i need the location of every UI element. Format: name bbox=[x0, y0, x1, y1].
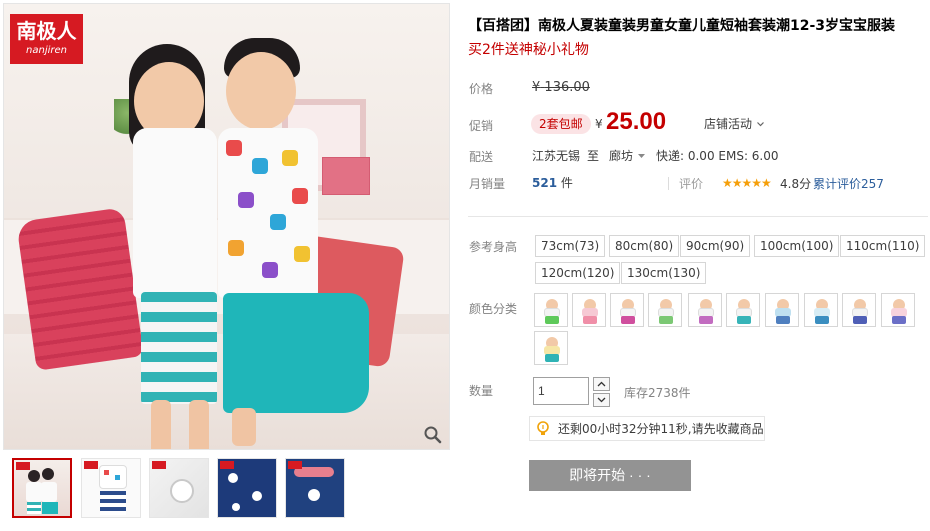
quantity-label: 数量 bbox=[469, 384, 494, 398]
ship-to-city-select[interactable]: 廊坊 bbox=[609, 147, 646, 165]
review-count-link[interactable]: 累计评价257 bbox=[813, 175, 884, 193]
free-shipping-badge: 2套包邮 bbox=[531, 114, 591, 134]
ship-from: 江苏无锡 bbox=[532, 149, 581, 163]
shop-activity-dropdown[interactable]: 店铺活动 bbox=[704, 115, 765, 133]
monthly-sales-label: 月销量 bbox=[469, 177, 506, 191]
color-swatch[interactable] bbox=[534, 331, 568, 365]
promo-label: 促销 bbox=[469, 119, 494, 133]
promo-price: 25.00 bbox=[606, 108, 667, 135]
promo-currency: ¥ bbox=[595, 117, 603, 131]
monthly-sales-count: 521 bbox=[532, 176, 558, 190]
triangle-down-icon bbox=[637, 149, 646, 163]
price-label: 价格 bbox=[469, 82, 494, 96]
color-swatch[interactable] bbox=[648, 293, 682, 327]
brand-logo-en: nanjiren bbox=[26, 45, 67, 56]
stock-count: 库存2738件 bbox=[624, 386, 691, 400]
color-swatch[interactable] bbox=[726, 293, 760, 327]
thumbnail-1[interactable] bbox=[12, 458, 72, 518]
size-label: 参考身高 bbox=[469, 240, 518, 254]
product-title: 【百搭团】南极人夏装童装男童女童儿童短袖套装潮12-3岁宝宝服装 bbox=[468, 18, 896, 34]
brand-logo: 南极人 nanjiren bbox=[10, 14, 83, 64]
chevron-down-icon bbox=[597, 397, 606, 403]
quantity-decrease-button[interactable] bbox=[593, 393, 610, 407]
divider bbox=[668, 177, 669, 190]
color-swatch[interactable] bbox=[572, 293, 606, 327]
color-label: 颜色分类 bbox=[469, 302, 518, 316]
product-subtitle: 买2件送神秘小礼物 bbox=[468, 42, 589, 58]
original-price-currency: ¥ bbox=[532, 80, 541, 95]
quantity-increase-button[interactable] bbox=[593, 377, 610, 391]
ship-to-city: 廊坊 bbox=[609, 149, 634, 163]
rating-score: 4.8分 bbox=[780, 177, 812, 191]
size-option[interactable]: 90cm(90) bbox=[680, 235, 751, 257]
zoom-in-icon[interactable] bbox=[423, 425, 443, 445]
thumbnail-4[interactable] bbox=[217, 458, 277, 518]
thumbnail-5[interactable] bbox=[285, 458, 345, 518]
thumbnail-3[interactable] bbox=[149, 458, 209, 518]
size-option[interactable]: 80cm(80) bbox=[609, 235, 680, 257]
size-option[interactable]: 130cm(130) bbox=[621, 262, 707, 284]
chevron-up-icon bbox=[597, 381, 606, 387]
size-option[interactable]: 73cm(73) bbox=[535, 235, 606, 257]
size-option[interactable]: 120cm(120) bbox=[535, 262, 621, 284]
rating-stars-icon: ★★★★★ bbox=[722, 176, 772, 190]
original-price-value: 136.00 bbox=[544, 80, 590, 95]
color-swatch[interactable] bbox=[881, 293, 915, 327]
lightbulb-icon bbox=[534, 420, 552, 441]
monthly-sales: 521 件 bbox=[532, 174, 573, 192]
brand-logo-cn: 南极人 bbox=[16, 19, 77, 43]
size-option[interactable]: 100cm(100) bbox=[754, 235, 840, 257]
countdown-text: 还剩00小时32分钟11秒,请先收藏商品 bbox=[558, 422, 764, 436]
quantity-input[interactable] bbox=[533, 377, 589, 405]
ship-to-word: 至 bbox=[587, 149, 600, 163]
thumbnail-2[interactable] bbox=[81, 458, 141, 518]
original-price: ¥ 136.00 bbox=[532, 79, 590, 97]
monthly-sales-unit: 件 bbox=[560, 176, 573, 190]
countdown-tip: 还剩00小时32分钟11秒,请先收藏商品 bbox=[529, 416, 765, 441]
shipping-fee: 快递: 0.00 EMS: 6.00 bbox=[656, 149, 779, 163]
product-photo bbox=[4, 4, 449, 449]
rating-label: 评价 bbox=[679, 177, 704, 191]
size-option[interactable]: 110cm(110) bbox=[840, 235, 926, 257]
pink-pillow bbox=[16, 207, 144, 371]
color-swatch[interactable] bbox=[610, 293, 644, 327]
product-page: 南极人 nanjiren 【百搭团】南极人夏装童装男童女童儿童短袖套装潮12-3… bbox=[0, 0, 930, 531]
main-product-image[interactable]: 南极人 nanjiren bbox=[3, 3, 450, 450]
color-swatch[interactable] bbox=[804, 293, 838, 327]
coming-soon-button[interactable]: 即将开始 · · · bbox=[529, 460, 691, 491]
shop-activity-label: 店铺活动 bbox=[704, 117, 753, 131]
color-swatch[interactable] bbox=[842, 293, 876, 327]
color-swatch[interactable] bbox=[688, 293, 722, 327]
section-divider bbox=[468, 216, 928, 217]
shipping-label: 配送 bbox=[469, 150, 494, 164]
gift-box bbox=[322, 157, 370, 195]
chevron-down-icon bbox=[752, 117, 765, 131]
color-swatch[interactable] bbox=[765, 293, 799, 327]
color-swatch[interactable] bbox=[534, 293, 568, 327]
